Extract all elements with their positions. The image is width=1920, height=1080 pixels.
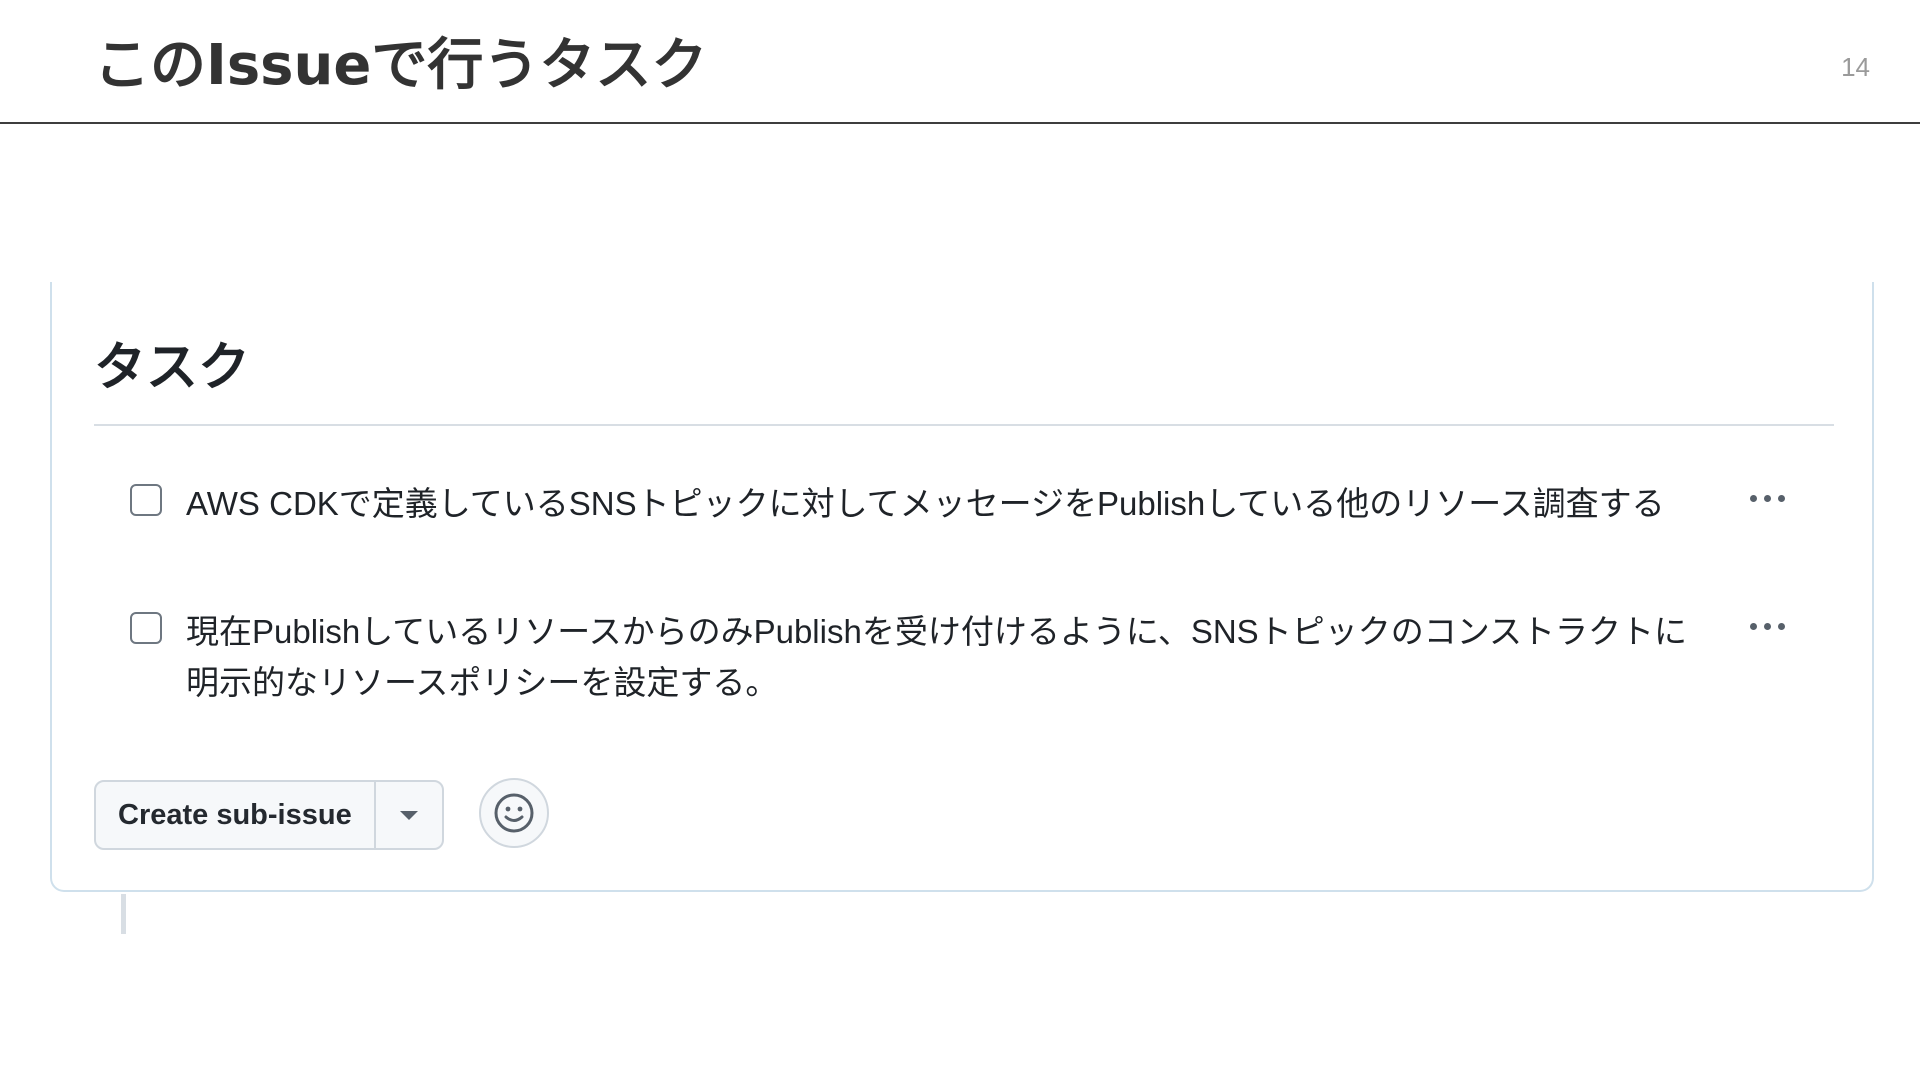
create-sub-issue-group: Create sub-issue <box>94 780 444 850</box>
task-label: AWS CDKで定義しているSNSトピックに対してメッセージをPublishして… <box>186 485 1665 522</box>
create-sub-issue-dropdown-button[interactable] <box>376 782 442 848</box>
create-sub-issue-button[interactable]: Create sub-issue <box>96 782 376 848</box>
task-label: 現在PublishしているリソースからのみPublishを受け付けるように、SN… <box>186 613 1688 701</box>
add-reaction-button[interactable] <box>479 778 549 848</box>
triangle-down-icon <box>399 810 418 820</box>
task-checkbox[interactable] <box>130 484 162 516</box>
kebab-horizontal-icon[interactable] <box>1742 480 1792 516</box>
task-section-heading: タスク <box>94 338 251 398</box>
smiley-icon <box>494 793 534 833</box>
kebab-horizontal-icon[interactable] <box>1742 608 1792 644</box>
task-checkbox[interactable] <box>130 612 162 644</box>
slide-page-number: 14 <box>1841 52 1870 82</box>
header-divider <box>0 122 1920 124</box>
issue-body-card: タスク AWS CDKで定義しているSNSトピックに対してメッセージをPubli… <box>50 282 1874 892</box>
timeline-connector <box>121 894 126 934</box>
heading-divider <box>94 424 1834 426</box>
slide-title: このIssueで行うタスク <box>94 33 708 98</box>
